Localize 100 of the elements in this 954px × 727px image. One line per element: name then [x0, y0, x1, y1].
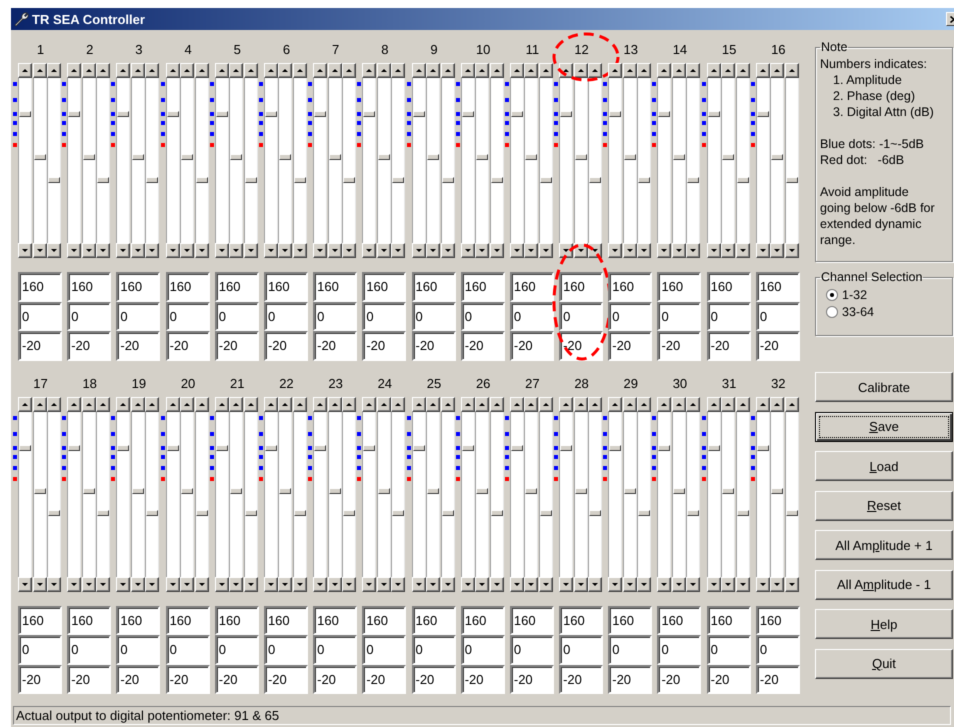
scroll-down-button[interactable]	[770, 243, 784, 258]
slider-thumb[interactable]	[181, 154, 194, 160]
scroll-up-button[interactable]	[342, 63, 356, 78]
scroll-up-button[interactable]	[756, 63, 770, 78]
scroll-up-button[interactable]	[96, 396, 110, 412]
scroll-up-button[interactable]	[559, 396, 574, 412]
slider-thumb[interactable]	[756, 111, 769, 118]
amplitude-field[interactable]: 160	[510, 272, 554, 302]
amplitude-field[interactable]: 160	[166, 606, 210, 635]
slider-thumb[interactable]	[34, 154, 46, 160]
phase-field[interactable]: 0	[460, 302, 505, 331]
slider-thumb[interactable]	[525, 154, 538, 160]
scroll-up-button[interactable]	[608, 63, 622, 78]
scroll-up-button[interactable]	[770, 396, 784, 412]
slider-thumb[interactable]	[166, 111, 179, 118]
slider-thumb[interactable]	[624, 154, 636, 160]
scroll-up-button[interactable]	[278, 63, 292, 78]
slider-thumb[interactable]	[181, 488, 194, 494]
slider-thumb[interactable]	[378, 154, 390, 160]
attenuation-field[interactable]: -20	[559, 664, 604, 694]
scroll-down-button[interactable]	[770, 576, 784, 592]
amplitude-field[interactable]: 160	[559, 606, 604, 635]
slider-thumb[interactable]	[244, 176, 257, 183]
scroll-up-button[interactable]	[736, 63, 750, 78]
scroll-up-button[interactable]	[672, 63, 686, 78]
slider-thumb[interactable]	[560, 111, 572, 118]
slider-thumb[interactable]	[756, 444, 769, 451]
scroll-up-button[interactable]	[475, 63, 490, 78]
scroll-up-button[interactable]	[292, 63, 307, 78]
scroll-down-button[interactable]	[686, 243, 700, 258]
scroll-down-button[interactable]	[524, 576, 538, 592]
scroll-up-button[interactable]	[686, 63, 700, 78]
scroll-down-button[interactable]	[756, 576, 770, 592]
scroll-down-button[interactable]	[637, 243, 652, 258]
scroll-up-button[interactable]	[622, 63, 637, 78]
radio-button[interactable]	[826, 288, 838, 300]
amplitude-field[interactable]: 160	[412, 272, 456, 302]
radio-label[interactable]: 1-32	[842, 288, 868, 302]
attenuation-field[interactable]: -20	[608, 331, 652, 360]
scroll-down-button[interactable]	[313, 243, 328, 258]
scroll-down-button[interactable]	[426, 576, 440, 592]
action-button[interactable]: Load	[815, 451, 953, 481]
scroll-up-button[interactable]	[784, 63, 799, 78]
scroll-down-button[interactable]	[292, 243, 307, 258]
attenuation-field[interactable]: -20	[313, 331, 358, 360]
slider-thumb[interactable]	[687, 510, 700, 516]
amplitude-field[interactable]: 160	[657, 606, 702, 635]
scroll-down-button[interactable]	[47, 243, 61, 258]
scroll-down-button[interactable]	[244, 576, 258, 592]
amplitude-field[interactable]: 160	[362, 272, 406, 302]
scroll-down-button[interactable]	[278, 243, 292, 258]
slider-thumb[interactable]	[328, 488, 341, 494]
scroll-up-button[interactable]	[706, 396, 721, 412]
slider-thumb[interactable]	[736, 510, 749, 516]
scroll-up-button[interactable]	[657, 396, 672, 412]
amplitude-field[interactable]: 160	[706, 272, 751, 302]
attenuation-field[interactable]: -20	[559, 331, 604, 360]
slider-thumb[interactable]	[216, 444, 228, 451]
slider-thumb[interactable]	[48, 510, 60, 516]
attenuation-field[interactable]: -20	[460, 664, 505, 694]
scroll-down-button[interactable]	[145, 576, 160, 592]
scroll-up-button[interactable]	[82, 396, 96, 412]
phase-field[interactable]: 0	[559, 635, 604, 664]
scroll-down-button[interactable]	[180, 576, 194, 592]
amplitude-field[interactable]: 160	[313, 272, 358, 302]
scroll-down-button[interactable]	[475, 576, 490, 592]
scroll-up-button[interactable]	[721, 396, 736, 412]
slider-thumb[interactable]	[279, 154, 292, 160]
slider-thumb[interactable]	[658, 444, 670, 451]
scroll-up-button[interactable]	[721, 63, 736, 78]
scroll-up-button[interactable]	[313, 396, 328, 412]
scroll-down-button[interactable]	[637, 576, 652, 592]
radio-label[interactable]: 33-64	[842, 304, 874, 318]
scroll-up-button[interactable]	[130, 63, 145, 78]
scroll-up-button[interactable]	[32, 396, 46, 412]
scroll-up-button[interactable]	[328, 396, 342, 412]
attenuation-field[interactable]: -20	[460, 331, 505, 360]
attenuation-field[interactable]: -20	[706, 664, 751, 694]
slider-thumb[interactable]	[687, 176, 700, 183]
amplitude-field[interactable]: 160	[264, 272, 308, 302]
slider-thumb[interactable]	[525, 488, 538, 494]
slider-thumb[interactable]	[392, 510, 404, 516]
phase-field[interactable]: 0	[116, 302, 160, 331]
scroll-up-button[interactable]	[145, 396, 160, 412]
scroll-down-button[interactable]	[18, 243, 32, 258]
slider-thumb[interactable]	[117, 111, 130, 118]
attenuation-field[interactable]: -20	[264, 331, 308, 360]
scroll-down-button[interactable]	[342, 576, 356, 592]
scroll-up-button[interactable]	[510, 63, 524, 78]
scroll-up-button[interactable]	[342, 396, 356, 412]
action-button[interactable]: All Amplitude - 1	[815, 570, 953, 600]
attenuation-field[interactable]: -20	[362, 331, 406, 360]
scroll-down-button[interactable]	[490, 576, 504, 592]
attenuation-field[interactable]: -20	[657, 664, 702, 694]
scroll-up-button[interactable]	[67, 63, 82, 78]
slider-thumb[interactable]	[68, 111, 80, 118]
slider-thumb[interactable]	[510, 111, 523, 118]
scroll-down-button[interactable]	[32, 576, 46, 592]
scroll-down-button[interactable]	[214, 576, 229, 592]
slider-thumb[interactable]	[294, 510, 306, 516]
